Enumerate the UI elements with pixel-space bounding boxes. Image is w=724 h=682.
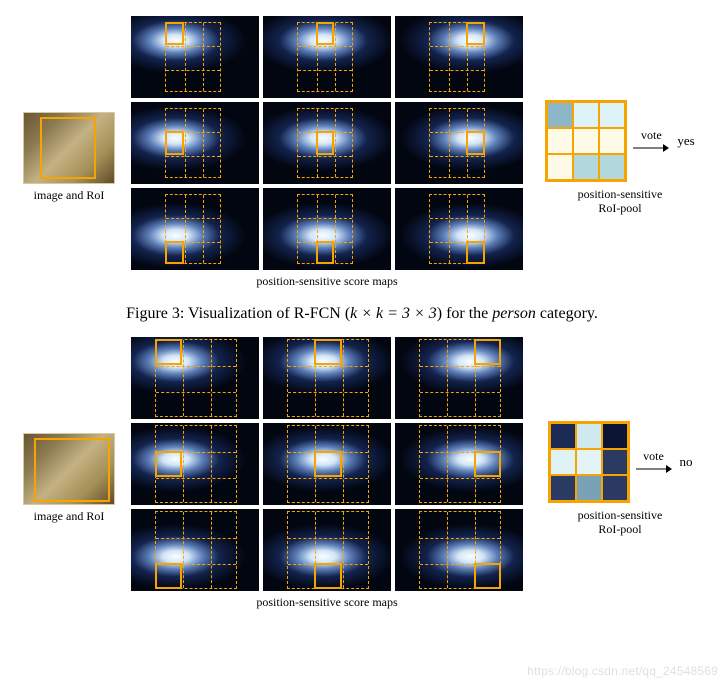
roi-pool-cell [602, 475, 628, 501]
roi-pool-label-bottom: position-sensitive RoI-pool [578, 509, 663, 537]
highlighted-roi-cell [474, 451, 501, 477]
figure-bottom: image and RoI position-sensitive score m… [12, 337, 712, 620]
figure-bottom-left-column: image and RoI [19, 433, 119, 524]
input-image-label-top: image and RoI [34, 189, 105, 203]
input-image-bottom [23, 433, 115, 505]
figure-top-left-column: image and RoI [19, 112, 119, 203]
score-map [263, 423, 391, 505]
highlighted-roi-cell [316, 22, 335, 45]
roi-pool-grid-bottom [548, 421, 630, 503]
caption-prefix: Figure 3: Visualization of R-FCN ( [126, 305, 350, 322]
highlighted-roi-cell [466, 131, 485, 154]
roi-pool-cell [573, 154, 599, 180]
highlighted-roi-cell [316, 131, 335, 154]
highlighted-roi-cell [466, 241, 485, 264]
vote-label-bottom: vote [643, 450, 664, 462]
roi-bbox-top [40, 117, 96, 179]
caption-suffix: category. [536, 305, 598, 322]
roi-pool-cell [550, 423, 576, 449]
score-map [395, 188, 523, 270]
highlighted-roi-cell [474, 563, 501, 589]
score-map [263, 16, 391, 98]
highlighted-roi-cell [165, 22, 184, 45]
arrow-icon [633, 143, 669, 153]
caption-mid: ) for the [437, 305, 493, 322]
roi-pool-cell [576, 449, 602, 475]
input-image-top [23, 112, 115, 184]
score-map [131, 102, 259, 184]
roi-pool-cell [550, 475, 576, 501]
score-map [131, 509, 259, 591]
watermark-text: https://blog.csdn.net/qq_24548569 [527, 664, 718, 678]
highlighted-roi-cell [165, 131, 184, 154]
caption-emph: person [492, 305, 536, 322]
vote-arrow-top: vote [633, 129, 669, 153]
roi-pool-cell [599, 128, 625, 154]
input-image-label-bottom: image and RoI [34, 510, 105, 524]
highlighted-roi-cell [314, 563, 341, 589]
roi-pool-cell [602, 449, 628, 475]
highlighted-roi-cell [316, 241, 335, 264]
score-map [395, 509, 523, 591]
roi-pool-label-top: position-sensitive RoI-pool [578, 188, 663, 216]
figure-top-right-column: vote yes position-sensitive RoI-pool [535, 100, 705, 216]
vote-arrow-bottom: vote [636, 450, 672, 474]
highlighted-roi-cell [474, 339, 501, 365]
score-map [263, 102, 391, 184]
roi-pool-cell [602, 423, 628, 449]
highlighted-roi-cell [314, 339, 341, 365]
roi-pool-cell [573, 102, 599, 128]
highlighted-roi-cell [165, 241, 184, 264]
highlighted-roi-cell [155, 563, 182, 589]
vote-label-top: vote [641, 129, 662, 141]
score-maps-grid-top [131, 16, 523, 270]
vote-result-top: yes [677, 133, 694, 149]
highlighted-roi-cell [314, 451, 341, 477]
score-map [131, 337, 259, 419]
figure-caption: Figure 3: Visualization of R-FCN (k × k … [12, 305, 712, 323]
roi-pool-cell [547, 154, 573, 180]
roi-pool-grid-top [545, 100, 627, 182]
figure-top: image and RoI position-sensitive score m… [12, 16, 712, 299]
score-map [395, 16, 523, 98]
roi-pool-cell [599, 102, 625, 128]
score-maps-wrapper-top: position-sensitive score maps [131, 16, 523, 299]
score-map [395, 337, 523, 419]
score-maps-grid-bottom [131, 337, 523, 591]
roi-pool-cell [550, 449, 576, 475]
arrow-icon [636, 464, 672, 474]
score-map [395, 423, 523, 505]
score-map [263, 509, 391, 591]
roi-pool-cell [576, 423, 602, 449]
score-maps-label-top: position-sensitive score maps [131, 274, 523, 289]
roi-pool-cell [547, 102, 573, 128]
roi-bbox-bottom [34, 438, 110, 502]
vote-result-bottom: no [680, 454, 693, 470]
score-map [131, 188, 259, 270]
highlighted-roi-cell [466, 22, 485, 45]
score-map [131, 423, 259, 505]
roi-pool-cell [547, 128, 573, 154]
score-map [263, 337, 391, 419]
score-map [131, 16, 259, 98]
score-map [263, 188, 391, 270]
roi-pool-cell [573, 128, 599, 154]
highlighted-roi-cell [155, 451, 182, 477]
highlighted-roi-cell [155, 339, 182, 365]
caption-formula: k × k = 3 × 3 [350, 305, 437, 322]
roi-pool-cell [576, 475, 602, 501]
score-maps-wrapper-bottom: position-sensitive score maps [131, 337, 523, 620]
roi-pool-row-top: vote yes [545, 100, 694, 182]
score-maps-label-bottom: position-sensitive score maps [131, 595, 523, 610]
score-map [395, 102, 523, 184]
figure-bottom-right-column: vote no position-sensitive RoI-pool [535, 421, 705, 537]
roi-pool-row-bottom: vote no [548, 421, 693, 503]
roi-pool-cell [599, 154, 625, 180]
